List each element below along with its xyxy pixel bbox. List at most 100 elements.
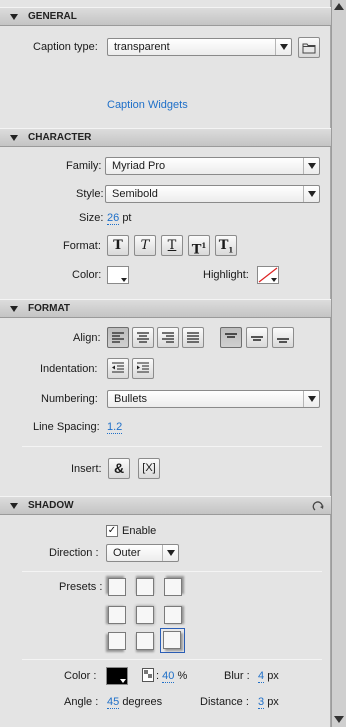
properties-panel: GENERAL Caption type: transparent Captio… [0,0,331,727]
align-center-icon [137,332,149,343]
caption-type-label: Caption type: [33,41,98,53]
shadow-distance-value[interactable]: 3 [258,696,265,709]
shadow-angle-value[interactable]: 45 [107,696,120,709]
align-right-button[interactable] [157,327,179,348]
font-size-field[interactable]: 26 pt [107,212,132,225]
align-top-icon [225,333,237,338]
superscript-button[interactable]: T1 [188,235,210,257]
section-title: CHARACTER [28,132,92,143]
angle-field[interactable]: 45 degrees [107,696,162,709]
bold-button[interactable]: T [107,235,129,256]
folder-button[interactable] [298,37,320,58]
color-label: Color: [72,269,102,281]
align-left-button[interactable] [107,327,129,348]
valign-top-button[interactable] [220,327,242,348]
section-shadow-header[interactable]: SHADOW [0,496,331,515]
section-character-header[interactable]: CHARACTER [0,128,331,147]
shadow-preset-bottom-right[interactable] [163,631,181,649]
italic-button[interactable]: T [134,235,156,256]
numbering-dropdown[interactable]: Bullets [107,390,320,408]
align-right-icon [162,332,174,343]
section-format-header[interactable]: FORMAT [0,299,331,318]
scroll-up-arrow-icon[interactable] [334,3,344,10]
divider [22,659,322,660]
align-center-button[interactable] [132,327,154,348]
shadow-color-label: Color : [64,670,97,682]
line-spacing-value[interactable]: 1.2 [107,421,123,434]
insert-symbol-button[interactable]: & [108,458,130,479]
section-general-header[interactable]: GENERAL [0,7,331,26]
shadow-preset-top[interactable] [136,578,154,596]
align-justify-button[interactable] [182,327,204,348]
valign-bottom-button[interactable] [272,327,294,348]
caption-widgets-link[interactable]: Caption Widgets [107,99,188,111]
font-size-value[interactable]: 26 [107,212,120,225]
section-title: SHADOW [28,500,74,511]
shadow-preset-bottom-left[interactable] [108,632,126,650]
caption-type-dropdown[interactable]: transparent [107,38,292,56]
presets-label: Presets : [59,581,103,593]
shadow-enable-checkbox[interactable]: ✓ [106,525,118,537]
chevron-down-icon [303,186,319,202]
collapse-triangle-icon[interactable] [10,135,18,141]
shadow-direction-dropdown[interactable]: Outer [106,544,179,562]
section-title: FORMAT [28,303,71,314]
shadow-preset-left[interactable] [108,606,126,624]
chevron-down-icon [275,39,291,55]
underline-button[interactable]: T [161,235,183,256]
numbering-label: Numbering: [41,393,98,405]
chevron-down-icon [271,278,277,282]
shadow-opacity-value[interactable]: 40 [162,670,175,683]
align-middle-icon [251,336,263,341]
shadow-preset-top-left[interactable] [108,578,126,596]
valign-middle-button[interactable] [246,327,268,348]
blur-unit: px [267,670,279,682]
font-style-value: Semibold [112,188,158,200]
font-style-dropdown[interactable]: Semibold [105,185,320,203]
shadow-color-swatch[interactable] [106,667,128,685]
line-spacing-label: Line Spacing: [33,421,100,433]
shadow-blur-value[interactable]: 4 [258,670,265,683]
numbering-value: Bullets [114,393,148,405]
decrease-indent-button[interactable] [107,358,129,379]
divider [22,446,322,447]
subscript-button[interactable]: T1 [215,235,237,256]
shadow-preset-center[interactable] [136,606,154,624]
enable-label: Enable [122,525,157,537]
text-color-swatch[interactable] [107,266,129,284]
insert-variable-button[interactable]: [X] [138,458,160,479]
folder-icon [302,43,316,54]
reset-icon[interactable] [312,500,325,513]
distance-field[interactable]: 3 px [258,696,279,709]
increase-indent-button[interactable] [132,358,154,379]
shadow-preset-bottom[interactable] [136,632,154,650]
divider [22,571,322,572]
opacity-unit: % [177,670,188,682]
insert-label: Insert: [71,463,102,475]
shadow-preset-right[interactable] [164,606,182,624]
distance-unit: px [267,696,279,708]
vertical-scrollbar[interactable] [331,0,346,727]
chevron-down-icon [162,545,178,561]
highlight-label: Highlight: [203,269,249,281]
section-title: GENERAL [28,11,77,22]
caption-type-value: transparent [114,41,170,53]
opacity-field[interactable]: : 40 % [156,670,188,683]
collapse-triangle-icon[interactable] [10,306,18,312]
font-family-dropdown[interactable]: Myriad Pro [105,157,320,175]
chevron-down-icon [303,391,319,407]
blur-field[interactable]: 4 px [258,670,279,683]
indent-icon [137,362,149,373]
shadow-preset-top-right[interactable] [164,578,182,596]
style-label: Style: [76,188,104,200]
distance-label: Distance : [200,696,249,708]
collapse-triangle-icon[interactable] [10,503,18,509]
scroll-down-arrow-icon[interactable] [334,716,344,723]
font-family-value: Myriad Pro [112,160,166,172]
format-label: Format: [63,240,101,252]
ampersand-icon: & [113,460,125,476]
shadow-angle-label: Angle : [64,696,99,708]
highlight-color-swatch[interactable] [257,266,279,284]
collapse-triangle-icon[interactable] [10,14,18,20]
align-bottom-icon [277,338,289,343]
